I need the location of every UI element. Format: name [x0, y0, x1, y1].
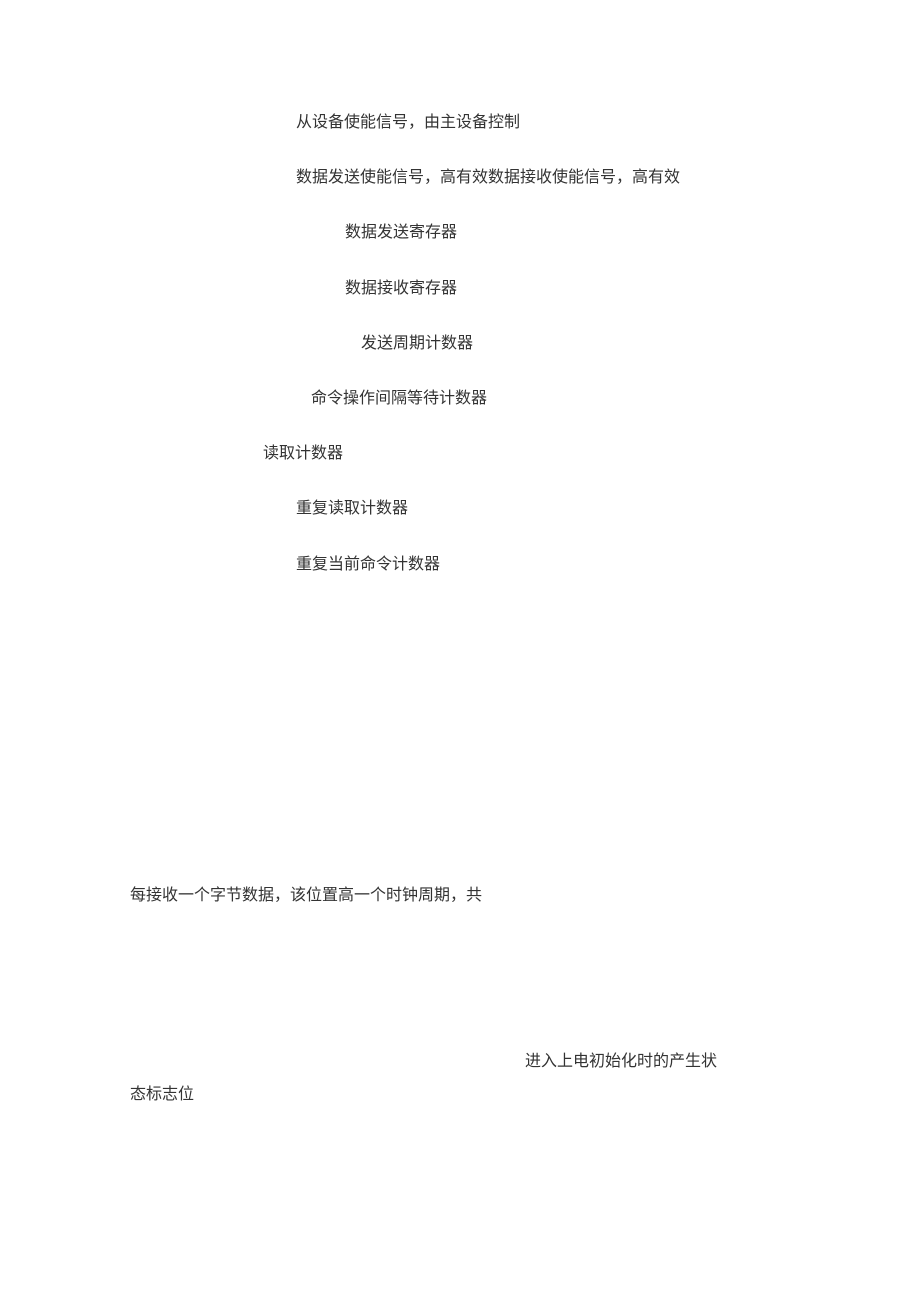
text-line-5: 发送周期计数器 [361, 332, 473, 356]
text-line-8: 重复读取计数器 [296, 497, 408, 521]
document-page: 从设备使能信号，由主设备控制 数据发送使能信号，高有效数据接收使能信号，高有效 … [0, 0, 920, 1302]
text-line-7: 读取计数器 [263, 442, 343, 466]
text-line-4: 数据接收寄存器 [345, 277, 457, 301]
text-line-11b: 态标志位 [130, 1083, 194, 1107]
text-line-10: 每接收一个字节数据，该位置高一个时钟周期，共 [130, 884, 482, 908]
text-line-3: 数据发送寄存器 [345, 221, 457, 245]
text-line-6: 命令操作间隔等待计数器 [311, 387, 487, 411]
text-line-2: 数据发送使能信号，高有效数据接收使能信号，高有效 [296, 166, 680, 190]
text-line-1: 从设备使能信号，由主设备控制 [296, 111, 520, 135]
text-line-11a: 进入上电初始化时的产生状 [525, 1050, 717, 1074]
text-line-9: 重复当前命令计数器 [296, 553, 440, 577]
